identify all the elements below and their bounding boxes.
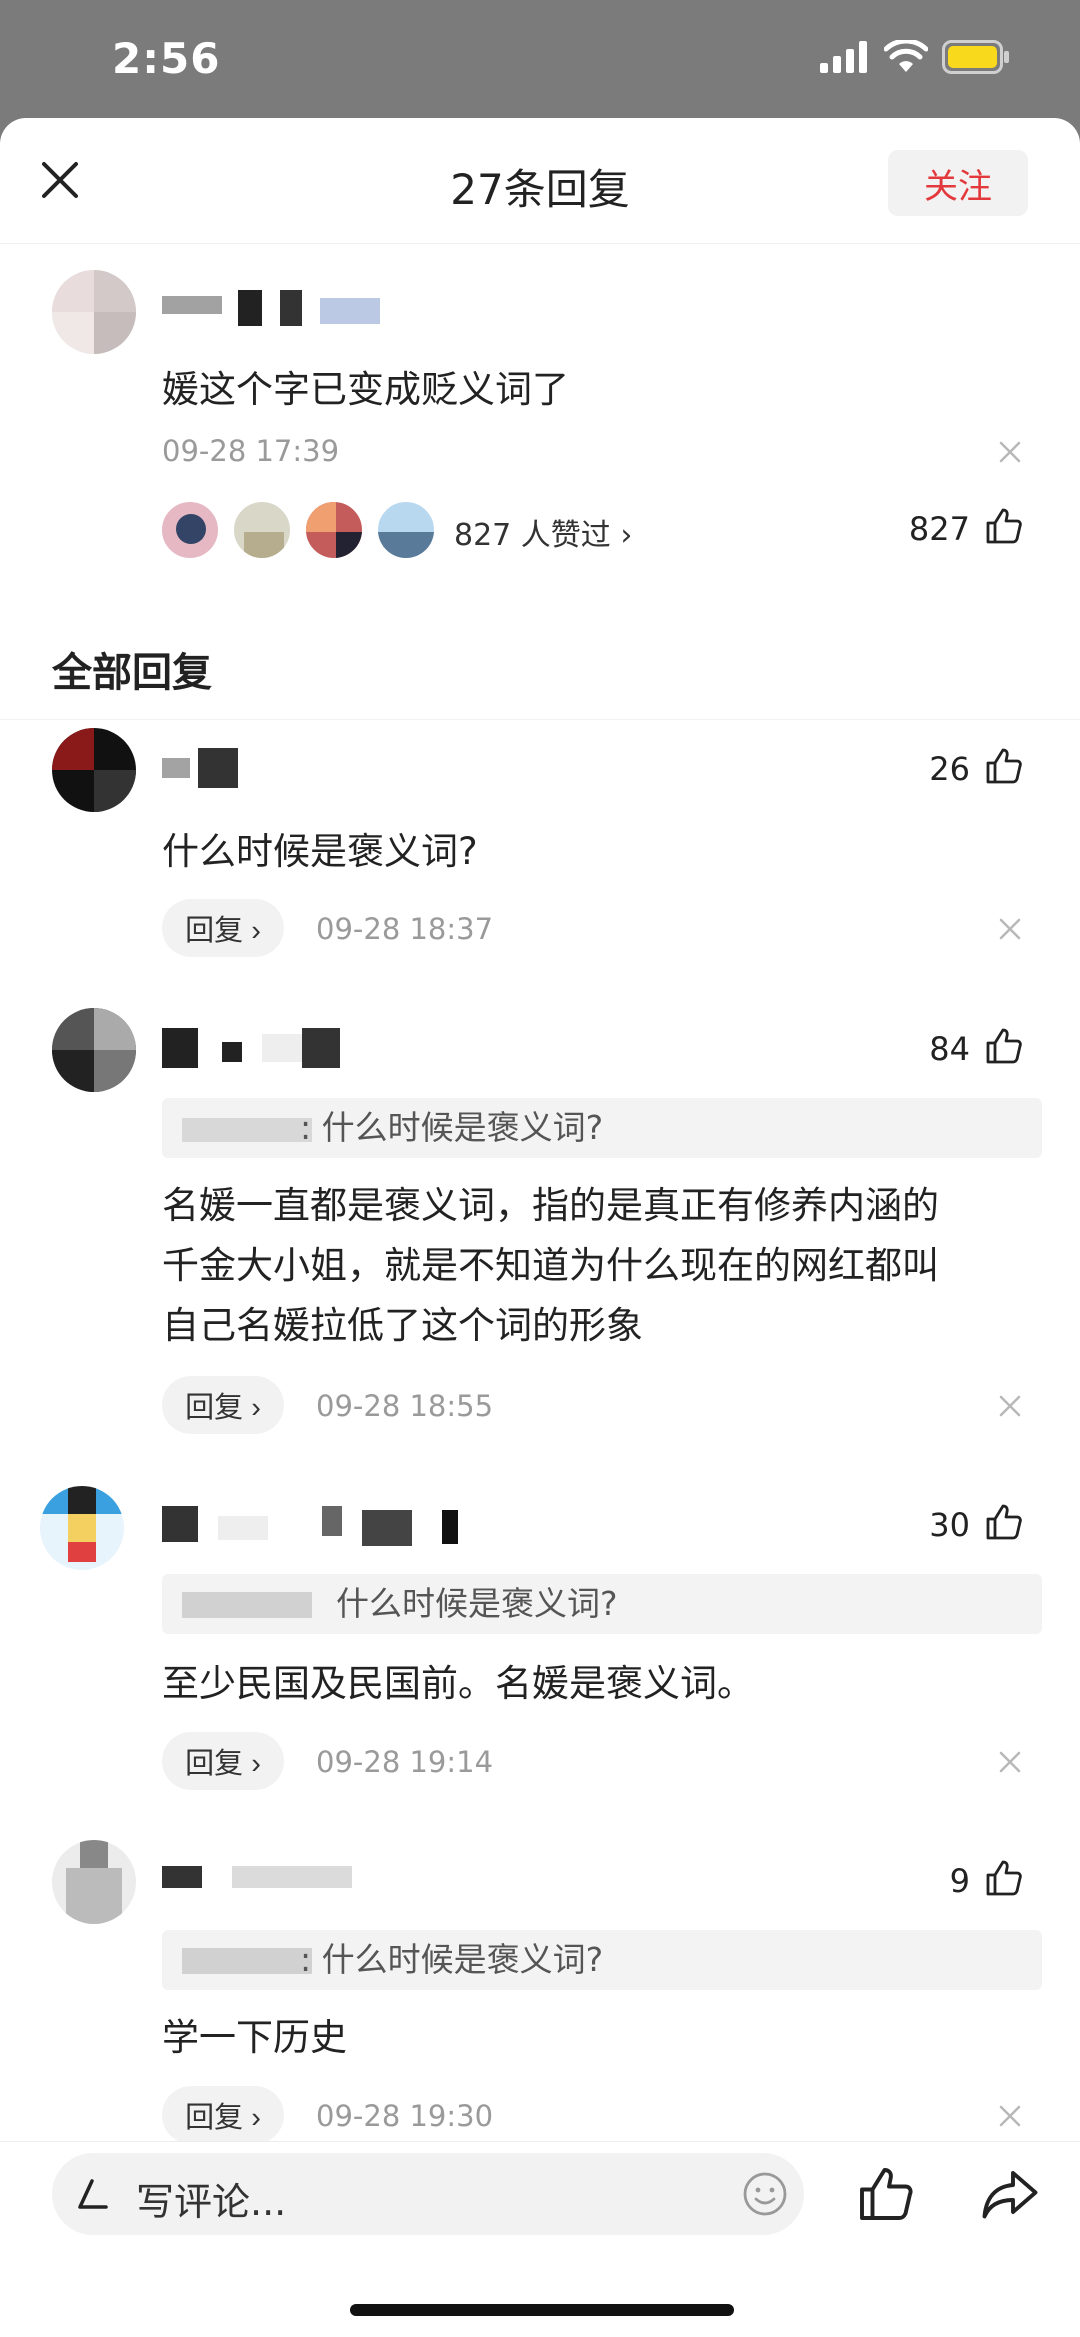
thumbs-up-icon[interactable]: [984, 1858, 1024, 1898]
avatar: [160, 500, 220, 560]
quoted-text: : 什么时候是褒义词?: [300, 1940, 604, 1979]
quoted-text: 什么时候是褒义词?: [336, 1584, 618, 1623]
avatar: [376, 500, 436, 560]
username-redacted[interactable]: [162, 1506, 462, 1546]
thumbs-up-icon[interactable]: [984, 1026, 1024, 1066]
wifi-icon: [884, 40, 928, 72]
liked-by-link[interactable]: 827 人赞过 ›: [454, 510, 632, 554]
reply-time: 09-28 18:55: [316, 1389, 494, 1423]
reply-text: 学一下历史: [162, 2016, 347, 2059]
username-redacted[interactable]: [162, 748, 242, 788]
thumbs-up-icon[interactable]: [984, 746, 1024, 786]
reply-time: 09-28 19:14: [316, 1745, 494, 1779]
share-icon[interactable]: [980, 2164, 1040, 2224]
emoji-icon[interactable]: [742, 2171, 788, 2217]
reply-button[interactable]: 回复 ›: [162, 2086, 284, 2144]
username-redacted[interactable]: [162, 1860, 362, 1900]
reply-time: 09-28 18:37: [316, 912, 494, 946]
thumbs-up-icon[interactable]: [984, 506, 1024, 546]
all-replies-title: 全部回复: [52, 650, 212, 696]
quoted-text: : 什么时候是褒义词?: [300, 1108, 604, 1147]
main-comment-text: 媛这个字已变成贬义词了: [162, 368, 569, 411]
comment-placeholder: 写评论...: [136, 2180, 287, 2224]
reply-text-line: 自己名媛拉低了这个词的形象: [162, 1304, 643, 1347]
liker-avatars[interactable]: [160, 500, 450, 560]
avatar[interactable]: [52, 728, 136, 812]
like-count: 30: [929, 1506, 970, 1544]
pen-icon: [78, 2179, 108, 2209]
battery-icon: [942, 40, 1009, 74]
reply-text-line: 名媛一直都是褒义词，指的是真正有修养内涵的: [162, 1184, 939, 1227]
reply-text: 至少民国及民国前。名媛是褒义词。: [162, 1662, 754, 1705]
close-icon[interactable]: [998, 1394, 1022, 1418]
home-indicator: [350, 2304, 734, 2316]
avatar[interactable]: [52, 1840, 136, 1924]
thumbs-up-icon[interactable]: [984, 1502, 1024, 1542]
status-time: 2:56: [112, 34, 221, 83]
avatar[interactable]: [40, 1486, 124, 1570]
avatar[interactable]: [52, 270, 136, 354]
like-count: 827: [908, 510, 970, 548]
signal-icon: [820, 41, 867, 73]
reply-time: 09-28 19:30: [316, 2099, 494, 2133]
reply-button[interactable]: 回复 ›: [162, 899, 284, 957]
reply-button[interactable]: 回复 ›: [162, 1376, 284, 1434]
close-icon[interactable]: [998, 917, 1022, 941]
username-redacted[interactable]: [162, 290, 382, 330]
like-count: 26: [929, 750, 970, 788]
comment-input[interactable]: 写评论...: [52, 2153, 804, 2235]
avatar: [232, 500, 292, 560]
close-icon[interactable]: [998, 2104, 1022, 2128]
reply-text: 什么时候是褒义词?: [162, 830, 478, 873]
follow-button[interactable]: 关注: [888, 150, 1028, 216]
main-comment-time: 09-28 17:39: [162, 434, 340, 468]
reply-text-line: 千金大小姐，就是不知道为什么现在的网红都叫: [162, 1244, 939, 1287]
reply-button[interactable]: 回复 ›: [162, 1732, 284, 1790]
status-icons: [820, 40, 1010, 74]
like-count: 84: [929, 1030, 970, 1068]
avatar: [304, 500, 364, 560]
like-count: 9: [949, 1862, 970, 1900]
reply-text: 名媛一直都是褒义词，指的是真正有修养内涵的 千金大小姐，就是不知道为什么现在的网…: [162, 1176, 939, 1356]
username-redacted[interactable]: [162, 1028, 342, 1068]
status-bar: 2:56: [0, 0, 1080, 118]
avatar[interactable]: [52, 1008, 136, 1092]
thumbs-up-icon[interactable]: [856, 2164, 916, 2224]
close-icon[interactable]: [998, 1750, 1022, 1774]
close-icon[interactable]: [998, 440, 1022, 464]
